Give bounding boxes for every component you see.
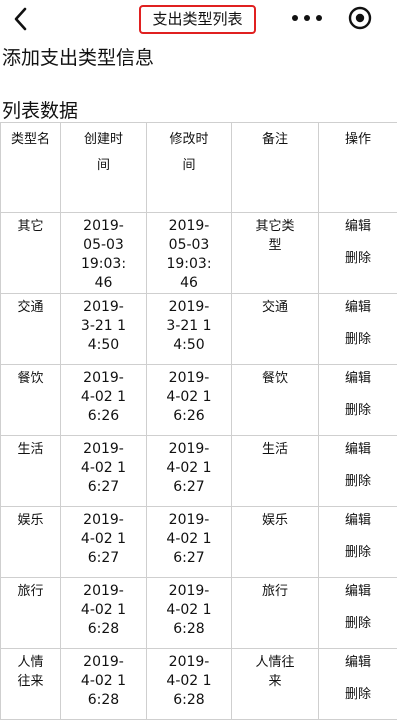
created-time-cell: 2019-05-03 19:03:46 bbox=[61, 213, 147, 294]
modified-time-cell: 2019-4-02 16:27 bbox=[147, 507, 232, 578]
type-name-cell: 人情往来 bbox=[1, 649, 61, 720]
add-expense-type-link[interactable]: 添加支出类型信息 bbox=[2, 46, 154, 70]
actions-cell: 编辑删除 bbox=[319, 213, 397, 294]
back-arrow-icon[interactable] bbox=[8, 4, 34, 34]
actions-cell: 编辑删除 bbox=[319, 649, 397, 720]
expense-type-table: 类型名 创建时间 修改时间 备注 操作 其它2019-05-03 19:03:4… bbox=[0, 122, 397, 720]
type-name-cell: 交通 bbox=[1, 294, 61, 365]
table-row: 交通2019-3-21 14:502019-3-21 14:50交通编辑删除 bbox=[1, 294, 397, 365]
delete-link[interactable]: 删除 bbox=[319, 401, 397, 420]
column-header-created: 创建时间 bbox=[61, 123, 147, 213]
created-time-cell: 2019-4-02 16:28 bbox=[61, 578, 147, 649]
modified-time-cell: 2019-4-02 16:26 bbox=[147, 365, 232, 436]
delete-link[interactable]: 删除 bbox=[319, 543, 397, 562]
edit-link[interactable]: 编辑 bbox=[319, 298, 397, 317]
note-cell: 生活 bbox=[232, 436, 319, 507]
column-header-type-name: 类型名 bbox=[1, 123, 61, 213]
actions-cell: 编辑删除 bbox=[319, 578, 397, 649]
list-data-heading: 列表数据 bbox=[2, 99, 78, 123]
edit-link[interactable]: 编辑 bbox=[319, 653, 397, 672]
created-time-cell: 2019-4-02 16:27 bbox=[61, 507, 147, 578]
created-time-cell: 2019-4-02 16:27 bbox=[61, 436, 147, 507]
edit-link[interactable]: 编辑 bbox=[319, 582, 397, 601]
type-name-cell: 娱乐 bbox=[1, 507, 61, 578]
page-title: 支出类型列表 bbox=[139, 5, 256, 34]
edit-link[interactable]: 编辑 bbox=[319, 511, 397, 530]
target-record-icon[interactable] bbox=[347, 5, 373, 31]
column-header-note: 备注 bbox=[232, 123, 319, 213]
type-name-cell: 其它 bbox=[1, 213, 61, 294]
edit-link[interactable]: 编辑 bbox=[319, 440, 397, 459]
modified-time-cell: 2019-4-02 16:28 bbox=[147, 649, 232, 720]
table-row: 生活2019-4-02 16:272019-4-02 16:27生活编辑删除 bbox=[1, 436, 397, 507]
table-row: 娱乐2019-4-02 16:272019-4-02 16:27娱乐编辑删除 bbox=[1, 507, 397, 578]
created-time-cell: 2019-3-21 14:50 bbox=[61, 294, 147, 365]
type-name-cell: 餐饮 bbox=[1, 365, 61, 436]
actions-cell: 编辑删除 bbox=[319, 365, 397, 436]
created-time-cell: 2019-4-02 16:28 bbox=[61, 649, 147, 720]
table-row: 餐饮2019-4-02 16:262019-4-02 16:26餐饮编辑删除 bbox=[1, 365, 397, 436]
delete-link[interactable]: 删除 bbox=[319, 249, 397, 268]
note-cell: 旅行 bbox=[232, 578, 319, 649]
actions-cell: 编辑删除 bbox=[319, 507, 397, 578]
modified-time-cell: 2019-05-03 19:03:46 bbox=[147, 213, 232, 294]
delete-link[interactable]: 删除 bbox=[319, 472, 397, 491]
delete-link[interactable]: 删除 bbox=[319, 330, 397, 349]
note-cell: 人情往来 bbox=[232, 649, 319, 720]
delete-link[interactable]: 删除 bbox=[319, 685, 397, 704]
column-header-actions: 操作 bbox=[319, 123, 397, 213]
table-header-row: 类型名 创建时间 修改时间 备注 操作 bbox=[1, 123, 397, 213]
edit-link[interactable]: 编辑 bbox=[319, 217, 397, 236]
table-row: 其它2019-05-03 19:03:462019-05-03 19:03:46… bbox=[1, 213, 397, 294]
note-cell: 其它类型 bbox=[232, 213, 319, 294]
actions-cell: 编辑删除 bbox=[319, 294, 397, 365]
note-cell: 娱乐 bbox=[232, 507, 319, 578]
column-header-modified: 修改时间 bbox=[147, 123, 232, 213]
modified-time-cell: 2019-3-21 14:50 bbox=[147, 294, 232, 365]
note-cell: 餐饮 bbox=[232, 365, 319, 436]
modified-time-cell: 2019-4-02 16:28 bbox=[147, 578, 232, 649]
delete-link[interactable]: 删除 bbox=[319, 614, 397, 633]
edit-link[interactable]: 编辑 bbox=[319, 369, 397, 388]
modified-time-cell: 2019-4-02 16:27 bbox=[147, 436, 232, 507]
type-name-cell: 旅行 bbox=[1, 578, 61, 649]
actions-cell: 编辑删除 bbox=[319, 436, 397, 507]
table-row: 旅行2019-4-02 16:282019-4-02 16:28旅行编辑删除 bbox=[1, 578, 397, 649]
nav-bar: 支出类型列表 bbox=[0, 0, 397, 38]
table-row: 人情往来2019-4-02 16:282019-4-02 16:28人情往来编辑… bbox=[1, 649, 397, 720]
type-name-cell: 生活 bbox=[1, 436, 61, 507]
note-cell: 交通 bbox=[232, 294, 319, 365]
more-dots-icon[interactable] bbox=[290, 8, 324, 28]
created-time-cell: 2019-4-02 16:26 bbox=[61, 365, 147, 436]
